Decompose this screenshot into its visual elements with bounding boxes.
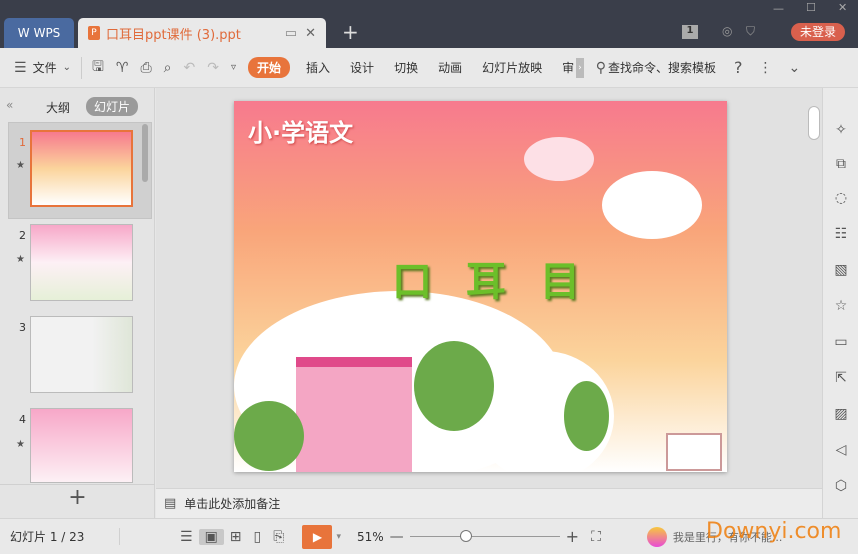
- file-menu[interactable]: 文件: [33, 59, 57, 76]
- window-count-badge[interactable]: 1: [682, 25, 698, 39]
- maximize-button[interactable]: ☐: [806, 1, 816, 14]
- add-slide-button[interactable]: +: [0, 484, 155, 518]
- slide-number: 2: [19, 229, 26, 242]
- gallery-icon[interactable]: ▧: [832, 262, 850, 278]
- more-icon[interactable]: ⋮: [749, 60, 779, 76]
- more-quick-icon[interactable]: ▿: [225, 62, 242, 73]
- animation-star-icon: ★: [16, 254, 25, 265]
- slideshow-dropdown[interactable]: ▾: [332, 532, 349, 542]
- redo-icon[interactable]: ↷: [201, 60, 225, 76]
- reading-view-icon[interactable]: ▯: [248, 529, 268, 545]
- archive-icon[interactable]: ▭: [832, 334, 850, 350]
- print-preview-icon[interactable]: ⌕: [158, 60, 178, 76]
- slide-heading[interactable]: 小·学语文: [248, 113, 353, 148]
- minimize-button[interactable]: —: [773, 2, 784, 15]
- ppt-file-icon: P: [88, 26, 100, 40]
- wps-home-tab[interactable]: W WPS: [4, 18, 74, 48]
- image-icon[interactable]: ▨: [832, 406, 850, 422]
- save-icon[interactable]: 🖫: [86, 56, 110, 80]
- slide-thumbnail[interactable]: [30, 316, 133, 393]
- shape-icon[interactable]: ◌: [832, 190, 850, 206]
- document-tab[interactable]: P 口耳目ppt课件 (3).ppt ▭ ✕: [78, 18, 326, 48]
- zoom-level[interactable]: 51%: [357, 530, 384, 544]
- slide-thumbnail[interactable]: [30, 408, 133, 483]
- slide-number: 1: [19, 136, 26, 149]
- document-tab-label: 口耳目ppt课件 (3).ppt: [106, 27, 241, 43]
- slide-sorter-icon[interactable]: ⊞: [224, 529, 248, 545]
- watermark: Downyi.com: [706, 519, 842, 544]
- slide-thumbnail[interactable]: [30, 130, 133, 207]
- notes-toggle-icon[interactable]: ☰: [174, 529, 199, 545]
- help-button[interactable]: ?: [716, 58, 749, 77]
- audio-icon[interactable]: ◁: [832, 442, 850, 458]
- shirt-icon[interactable]: ⛉: [746, 24, 755, 39]
- ribbon-toolbar: ☰ 文件 ⌄ 🖫 ♈ ⎙ ⌕ ↶ ↷ ▿ 开始 插入 设计 切换 动画 幻灯片放…: [0, 48, 858, 88]
- skin-icon[interactable]: ◎: [722, 24, 732, 38]
- notes-view-icon[interactable]: ⎘: [267, 529, 290, 545]
- slide-number: 3: [19, 321, 26, 334]
- animation-star-icon: ★: [16, 439, 25, 450]
- zoom-out-button[interactable]: —: [384, 529, 410, 545]
- search-icon: ⚲: [595, 59, 606, 76]
- app-name: WPS: [33, 26, 61, 40]
- notes-placeholder[interactable]: 单击此处添加备注: [184, 495, 280, 512]
- slide-title[interactable]: 口 耳 目: [392, 249, 590, 307]
- slide-panel: « 大纲 幻灯片 1 ★ 2 ★ 3 4 ★ +: [0, 88, 155, 518]
- signboard-image: [666, 433, 722, 471]
- status-bar: 幻灯片 1 / 23 ☰ ▣ ⊞ ▯ ⎘ ▶ ▾ 51% — + ⛶ 我是里行，…: [0, 518, 858, 554]
- new-tab-button[interactable]: +: [342, 20, 359, 44]
- collapse-panel-icon[interactable]: «: [6, 98, 13, 112]
- fit-window-icon[interactable]: ⛶: [585, 529, 607, 545]
- slide-thumbnail[interactable]: [30, 224, 133, 301]
- login-button[interactable]: 未登录: [791, 23, 845, 41]
- wps-logo-icon: W: [17, 26, 30, 40]
- copy-icon[interactable]: ⧉: [832, 156, 850, 172]
- share-icon[interactable]: ⇱: [832, 370, 850, 386]
- shield-icon[interactable]: ⬡: [832, 478, 850, 494]
- undo-icon[interactable]: ↶: [178, 60, 202, 76]
- magic-icon[interactable]: ✧: [832, 122, 850, 138]
- tab-design[interactable]: 设计: [340, 59, 384, 76]
- chevron-down-icon[interactable]: ⌄: [57, 62, 77, 73]
- command-search[interactable]: 查找命令、搜索模板: [608, 59, 716, 76]
- tab-transition[interactable]: 切换: [384, 59, 428, 76]
- settings-sliders-icon[interactable]: ☷: [832, 226, 850, 242]
- menu-icon[interactable]: ☰: [0, 60, 33, 76]
- slide-canvas[interactable]: 小·学语文 口 耳 目: [234, 101, 727, 472]
- notes-pane[interactable]: ▤ 单击此处添加备注: [156, 488, 822, 518]
- tab-slides[interactable]: 幻灯片: [86, 97, 139, 116]
- tab-start[interactable]: 开始: [248, 57, 291, 78]
- tab-animation[interactable]: 动画: [428, 59, 472, 76]
- panel-scrollbar[interactable]: [142, 124, 148, 182]
- close-tab-icon[interactable]: ✕: [305, 26, 316, 41]
- zoom-in-button[interactable]: +: [560, 527, 585, 546]
- title-bar: W WPS P 口耳目ppt课件 (3).ppt ▭ ✕ + — ☐ ✕ 1 ◎ ⛉ …: [0, 0, 858, 48]
- tab-review[interactable]: 审: [552, 59, 576, 76]
- right-sidebar: ✧ ⧉ ◌ ☷ ▧ ☆ ▭ ⇱ ▨ ◁ ⬡: [808, 88, 858, 518]
- house-image: [296, 357, 412, 472]
- format-painter-icon[interactable]: ♈: [110, 60, 135, 76]
- slide-number: 4: [19, 413, 26, 426]
- animation-star-icon: ★: [16, 160, 25, 171]
- scroll-tabs-right[interactable]: ›: [576, 57, 584, 78]
- notes-icon: ▤: [164, 496, 177, 511]
- close-window-button[interactable]: ✕: [838, 1, 847, 14]
- print-icon[interactable]: ⎙: [134, 60, 157, 76]
- zoom-slider[interactable]: [409, 530, 560, 542]
- play-slideshow-button[interactable]: ▶: [302, 524, 333, 549]
- tab-insert[interactable]: 插入: [296, 59, 340, 76]
- monitor-icon[interactable]: ▭: [285, 26, 297, 41]
- slide-counter: 幻灯片 1 / 23: [0, 528, 120, 545]
- star-icon[interactable]: ☆: [832, 298, 850, 314]
- main-scrollbar[interactable]: [808, 106, 820, 140]
- normal-view-icon[interactable]: ▣: [198, 528, 224, 545]
- collapse-ribbon-icon[interactable]: ⌄: [779, 60, 807, 76]
- tab-slideshow[interactable]: 幻灯片放映: [472, 59, 552, 76]
- tab-outline[interactable]: 大纲: [46, 99, 70, 116]
- assistant-avatar[interactable]: [646, 526, 667, 547]
